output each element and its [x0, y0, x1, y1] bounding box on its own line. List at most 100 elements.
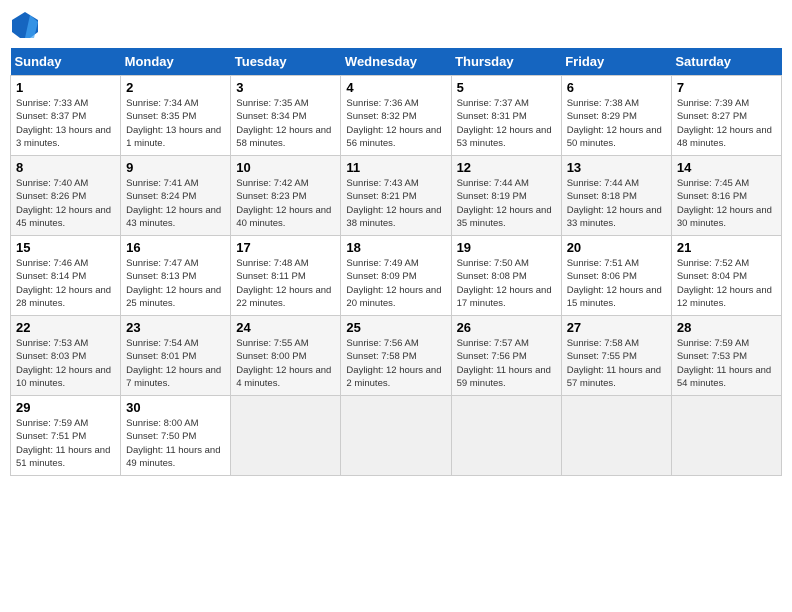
calendar-cell: 4 Sunrise: 7:36 AMSunset: 8:32 PMDaylight…: [341, 76, 451, 156]
cell-info: Sunrise: 7:44 AMSunset: 8:19 PMDaylight:…: [457, 177, 556, 230]
column-header-saturday: Saturday: [671, 48, 781, 76]
cell-info: Sunrise: 7:43 AMSunset: 8:21 PMDaylight:…: [346, 177, 445, 230]
calendar-cell: 11 Sunrise: 7:43 AMSunset: 8:21 PMDayligh…: [341, 156, 451, 236]
cell-info: Sunrise: 7:48 AMSunset: 8:11 PMDaylight:…: [236, 257, 335, 310]
column-header-monday: Monday: [121, 48, 231, 76]
day-number: 11: [346, 160, 445, 175]
logo: [10, 10, 44, 40]
page-header: [10, 10, 782, 40]
calendar-cell: [671, 396, 781, 476]
day-number: 24: [236, 320, 335, 335]
column-header-sunday: Sunday: [11, 48, 121, 76]
logo-icon: [10, 10, 40, 40]
day-number: 10: [236, 160, 335, 175]
calendar-cell: 30 Sunrise: 8:00 AMSunset: 7:50 PMDayligh…: [121, 396, 231, 476]
column-header-tuesday: Tuesday: [231, 48, 341, 76]
day-number: 28: [677, 320, 776, 335]
day-number: 27: [567, 320, 666, 335]
cell-info: Sunrise: 7:35 AMSunset: 8:34 PMDaylight:…: [236, 97, 335, 150]
cell-info: Sunrise: 7:37 AMSunset: 8:31 PMDaylight:…: [457, 97, 556, 150]
day-number: 17: [236, 240, 335, 255]
day-number: 18: [346, 240, 445, 255]
calendar-cell: 18 Sunrise: 7:49 AMSunset: 8:09 PMDayligh…: [341, 236, 451, 316]
calendar-cell: 29 Sunrise: 7:59 AMSunset: 7:51 PMDayligh…: [11, 396, 121, 476]
calendar-cell: 14 Sunrise: 7:45 AMSunset: 8:16 PMDayligh…: [671, 156, 781, 236]
calendar-cell: 24Sunrise: 7:55 AMSunset: 8:00 PMDayligh…: [231, 316, 341, 396]
day-number: 3: [236, 80, 335, 95]
day-number: 22: [16, 320, 115, 335]
calendar-cell: 19 Sunrise: 7:50 AMSunset: 8:08 PMDayligh…: [451, 236, 561, 316]
calendar-cell: 22Sunrise: 7:53 AMSunset: 8:03 PMDayligh…: [11, 316, 121, 396]
calendar-cell: 6 Sunrise: 7:38 AMSunset: 8:29 PMDaylight…: [561, 76, 671, 156]
cell-info: Sunrise: 7:59 AMSunset: 7:51 PMDaylight:…: [16, 417, 115, 470]
cell-info: Sunrise: 7:46 AMSunset: 8:14 PMDaylight:…: [16, 257, 115, 310]
cell-info: Sunrise: 7:33 AMSunset: 8:37 PMDaylight:…: [16, 97, 115, 150]
calendar-cell: 25Sunrise: 7:56 AMSunset: 7:58 PMDayligh…: [341, 316, 451, 396]
day-number: 26: [457, 320, 556, 335]
calendar-cell: [561, 396, 671, 476]
day-number: 20: [567, 240, 666, 255]
cell-info: Sunrise: 7:56 AMSunset: 7:58 PMDaylight:…: [346, 337, 445, 390]
calendar-cell: 3 Sunrise: 7:35 AMSunset: 8:34 PMDaylight…: [231, 76, 341, 156]
cell-info: Sunrise: 7:52 AMSunset: 8:04 PMDaylight:…: [677, 257, 776, 310]
day-number: 6: [567, 80, 666, 95]
calendar-cell: 8Sunrise: 7:40 AMSunset: 8:26 PMDaylight…: [11, 156, 121, 236]
calendar-cell: 5 Sunrise: 7:37 AMSunset: 8:31 PMDaylight…: [451, 76, 561, 156]
week-row-3: 15 Sunrise: 7:46 AMSunset: 8:14 PMDayligh…: [11, 236, 782, 316]
day-number: 30: [126, 400, 225, 415]
calendar-cell: 12Sunrise: 7:44 AMSunset: 8:19 PMDayligh…: [451, 156, 561, 236]
calendar-cell: 21 Sunrise: 7:52 AMSunset: 8:04 PMDayligh…: [671, 236, 781, 316]
day-number: 2: [126, 80, 225, 95]
day-number: 1: [16, 80, 115, 95]
calendar-cell: 9 Sunrise: 7:41 AMSunset: 8:24 PMDaylight…: [121, 156, 231, 236]
cell-info: Sunrise: 7:34 AMSunset: 8:35 PMDaylight:…: [126, 97, 225, 150]
day-number: 23: [126, 320, 225, 335]
day-number: 13: [567, 160, 666, 175]
calendar-cell: 28 Sunrise: 7:59 AMSunset: 7:53 PMDayligh…: [671, 316, 781, 396]
column-header-wednesday: Wednesday: [341, 48, 451, 76]
cell-info: Sunrise: 7:49 AMSunset: 8:09 PMDaylight:…: [346, 257, 445, 310]
column-header-thursday: Thursday: [451, 48, 561, 76]
calendar-cell: 26 Sunrise: 7:57 AMSunset: 7:56 PMDayligh…: [451, 316, 561, 396]
calendar-cell: [451, 396, 561, 476]
calendar-cell: 15 Sunrise: 7:46 AMSunset: 8:14 PMDayligh…: [11, 236, 121, 316]
column-header-friday: Friday: [561, 48, 671, 76]
day-number: 5: [457, 80, 556, 95]
cell-info: Sunrise: 7:47 AMSunset: 8:13 PMDaylight:…: [126, 257, 225, 310]
calendar-cell: 20 Sunrise: 7:51 AMSunset: 8:06 PMDayligh…: [561, 236, 671, 316]
calendar-cell: 1 Sunrise: 7:33 AMSunset: 8:37 PMDaylight…: [11, 76, 121, 156]
calendar-cell: 10 Sunrise: 7:42 AMSunset: 8:23 PMDayligh…: [231, 156, 341, 236]
cell-info: Sunrise: 7:50 AMSunset: 8:08 PMDaylight:…: [457, 257, 556, 310]
calendar-cell: 27 Sunrise: 7:58 AMSunset: 7:55 PMDayligh…: [561, 316, 671, 396]
cell-info: Sunrise: 7:57 AMSunset: 7:56 PMDaylight:…: [457, 337, 556, 390]
calendar-cell: 2 Sunrise: 7:34 AMSunset: 8:35 PMDaylight…: [121, 76, 231, 156]
cell-info: Sunrise: 7:40 AMSunset: 8:26 PMDaylight:…: [16, 177, 115, 230]
cell-info: Sunrise: 7:42 AMSunset: 8:23 PMDaylight:…: [236, 177, 335, 230]
day-number: 15: [16, 240, 115, 255]
cell-info: Sunrise: 7:36 AMSunset: 8:32 PMDaylight:…: [346, 97, 445, 150]
day-number: 4: [346, 80, 445, 95]
cell-info: Sunrise: 7:41 AMSunset: 8:24 PMDaylight:…: [126, 177, 225, 230]
week-row-1: 1 Sunrise: 7:33 AMSunset: 8:37 PMDaylight…: [11, 76, 782, 156]
cell-info: Sunrise: 7:59 AMSunset: 7:53 PMDaylight:…: [677, 337, 776, 390]
day-number: 29: [16, 400, 115, 415]
week-row-2: 8Sunrise: 7:40 AMSunset: 8:26 PMDaylight…: [11, 156, 782, 236]
day-number: 9: [126, 160, 225, 175]
cell-info: Sunrise: 8:00 AMSunset: 7:50 PMDaylight:…: [126, 417, 225, 470]
cell-info: Sunrise: 7:38 AMSunset: 8:29 PMDaylight:…: [567, 97, 666, 150]
calendar-cell: [341, 396, 451, 476]
calendar-cell: 16 Sunrise: 7:47 AMSunset: 8:13 PMDayligh…: [121, 236, 231, 316]
day-number: 19: [457, 240, 556, 255]
day-number: 21: [677, 240, 776, 255]
cell-info: Sunrise: 7:51 AMSunset: 8:06 PMDaylight:…: [567, 257, 666, 310]
column-headers: SundayMondayTuesdayWednesdayThursdayFrid…: [11, 48, 782, 76]
week-row-4: 22Sunrise: 7:53 AMSunset: 8:03 PMDayligh…: [11, 316, 782, 396]
calendar-cell: 17 Sunrise: 7:48 AMSunset: 8:11 PMDayligh…: [231, 236, 341, 316]
day-number: 7: [677, 80, 776, 95]
cell-info: Sunrise: 7:39 AMSunset: 8:27 PMDaylight:…: [677, 97, 776, 150]
cell-info: Sunrise: 7:58 AMSunset: 7:55 PMDaylight:…: [567, 337, 666, 390]
day-number: 14: [677, 160, 776, 175]
cell-info: Sunrise: 7:45 AMSunset: 8:16 PMDaylight:…: [677, 177, 776, 230]
calendar-cell: 23Sunrise: 7:54 AMSunset: 8:01 PMDayligh…: [121, 316, 231, 396]
day-number: 16: [126, 240, 225, 255]
